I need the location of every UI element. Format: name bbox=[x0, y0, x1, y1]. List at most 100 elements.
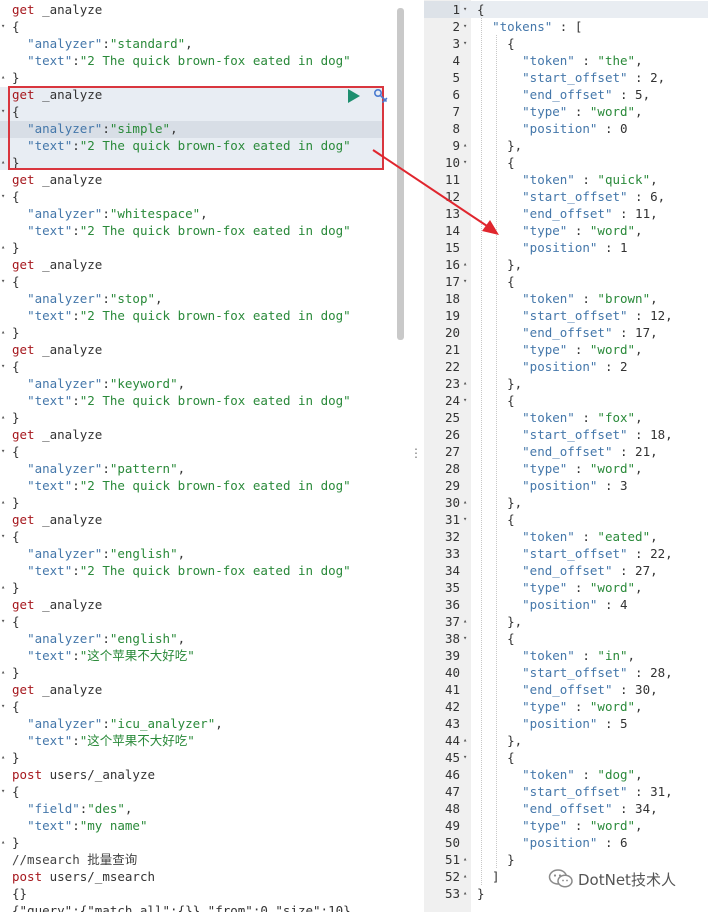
code-line[interactable]: {} bbox=[0, 885, 398, 902]
code-line[interactable]: post users/_analyze bbox=[0, 766, 398, 783]
code-line[interactable]: ▴} bbox=[0, 324, 398, 341]
fold-toggle-icon[interactable]: ▾ bbox=[463, 273, 467, 290]
code-line[interactable]: {"query":{"match_all":{}},"from":0,"size… bbox=[0, 902, 398, 912]
code-line[interactable]: ▾{ bbox=[0, 613, 398, 630]
fold-toggle-icon[interactable]: ▴ bbox=[1, 409, 5, 426]
fold-toggle-icon[interactable]: ▾ bbox=[463, 392, 467, 409]
code-line[interactable]: ▾{ bbox=[0, 188, 398, 205]
fold-toggle-icon[interactable]: ▾ bbox=[463, 35, 467, 52]
code-line[interactable]: get _analyze bbox=[0, 681, 398, 698]
editor-scrollbar[interactable] bbox=[397, 8, 404, 340]
play-icon[interactable] bbox=[347, 89, 361, 103]
fold-toggle-icon[interactable]: ▾ bbox=[463, 630, 467, 647]
fold-toggle-icon[interactable]: ▴ bbox=[463, 137, 467, 154]
fold-toggle-icon[interactable]: ▴ bbox=[1, 154, 5, 171]
code-line[interactable]: ▴} bbox=[0, 239, 398, 256]
code-line[interactable]: "analyzer":"standard", bbox=[0, 35, 398, 52]
fold-toggle-icon[interactable]: ▾ bbox=[463, 511, 467, 528]
fold-toggle-icon[interactable]: ▾ bbox=[463, 749, 467, 766]
fold-toggle-icon[interactable]: ▴ bbox=[1, 579, 5, 596]
line-number: 18 bbox=[444, 291, 460, 306]
code-line[interactable]: "field":"des", bbox=[0, 800, 398, 817]
code-line[interactable]: get _analyze bbox=[0, 511, 398, 528]
fold-toggle-icon[interactable]: ▾ bbox=[1, 528, 5, 545]
fold-toggle-icon[interactable]: ▾ bbox=[1, 698, 5, 715]
code-line[interactable]: ▾{ bbox=[0, 698, 398, 715]
code-line[interactable]: "analyzer":"english", bbox=[0, 545, 398, 562]
fold-toggle-icon[interactable]: ▾ bbox=[1, 18, 5, 35]
code-line[interactable]: get _analyze bbox=[0, 341, 398, 358]
code-line[interactable]: "analyzer":"keyword", bbox=[0, 375, 398, 392]
code-line[interactable]: ▴} bbox=[0, 409, 398, 426]
code-line[interactable]: "text":"2 The quick brown-fox eated in d… bbox=[0, 307, 398, 324]
code-line[interactable]: ▾{ bbox=[0, 443, 398, 460]
code-line[interactable]: "text":"这个苹果不大好吃" bbox=[0, 647, 398, 664]
code-line[interactable]: "text":"这个苹果不大好吃" bbox=[0, 732, 398, 749]
fold-toggle-icon[interactable]: ▴ bbox=[1, 834, 5, 851]
code-line[interactable]: ▴} bbox=[0, 749, 398, 766]
fold-toggle-icon[interactable]: ▴ bbox=[463, 613, 467, 630]
code-line[interactable]: ▾{ bbox=[0, 358, 398, 375]
code-line[interactable]: //msearch 批量查询 bbox=[0, 851, 398, 868]
response-token bbox=[477, 716, 522, 731]
fold-toggle-icon[interactable]: ▴ bbox=[463, 375, 467, 392]
fold-toggle-icon[interactable]: ▾ bbox=[1, 358, 5, 375]
code-line[interactable]: "text":"2 The quick brown-fox eated in d… bbox=[0, 562, 398, 579]
code-line[interactable]: "text":"my name" bbox=[0, 817, 398, 834]
fold-toggle-icon[interactable]: ▾ bbox=[1, 443, 5, 460]
fold-toggle-icon[interactable]: ▴ bbox=[463, 732, 467, 749]
fold-toggle-icon[interactable]: ▾ bbox=[1, 273, 5, 290]
code-line[interactable]: "analyzer":"icu_analyzer", bbox=[0, 715, 398, 732]
code-line[interactable]: "text":"2 The quick brown-fox eated in d… bbox=[0, 392, 398, 409]
code-line[interactable]: "text":"2 The quick brown-fox eated in d… bbox=[0, 477, 398, 494]
fold-toggle-icon[interactable]: ▴ bbox=[463, 494, 467, 511]
response-line: 43 "position" : 5 bbox=[424, 715, 708, 732]
code-line[interactable]: get _analyze bbox=[0, 1, 398, 18]
code-line[interactable]: ▴} bbox=[0, 579, 398, 596]
code-line[interactable]: "analyzer":"whitespace", bbox=[0, 205, 398, 222]
fold-toggle-icon[interactable]: ▴ bbox=[1, 749, 5, 766]
fold-toggle-icon[interactable]: ▴ bbox=[1, 239, 5, 256]
code-line[interactable]: ▾{ bbox=[0, 273, 398, 290]
code-line[interactable]: ▾{ bbox=[0, 783, 398, 800]
response-line: 51 ▴ } bbox=[424, 851, 708, 868]
fold-toggle-icon[interactable]: ▴ bbox=[1, 664, 5, 681]
code-line[interactable]: get _analyze bbox=[0, 426, 398, 443]
code-line[interactable]: ▴} bbox=[0, 834, 398, 851]
fold-toggle-icon[interactable]: ▾ bbox=[1, 103, 5, 120]
response-token: : bbox=[574, 172, 598, 187]
code-line[interactable]: "text":"2 The quick brown-fox eated in d… bbox=[0, 222, 398, 239]
code-line[interactable]: get _analyze bbox=[0, 256, 398, 273]
fold-toggle-icon[interactable]: ▴ bbox=[463, 868, 467, 885]
code-line[interactable]: ▴} bbox=[0, 494, 398, 511]
fold-toggle-icon[interactable]: ▴ bbox=[1, 494, 5, 511]
code-line[interactable]: ▴} bbox=[0, 664, 398, 681]
code-line[interactable]: ▴} bbox=[0, 69, 398, 86]
wrench-icon[interactable] bbox=[372, 88, 388, 104]
code-line[interactable]: "analyzer":"pattern", bbox=[0, 460, 398, 477]
fold-toggle-icon[interactable]: ▾ bbox=[1, 613, 5, 630]
code-line[interactable]: "analyzer":"stop", bbox=[0, 290, 398, 307]
request-editor[interactable]: get _analyze ▾{ "analyzer":"standard", "t… bbox=[0, 0, 398, 912]
code-line[interactable]: get _analyze bbox=[0, 171, 398, 188]
fold-toggle-icon[interactable]: ▴ bbox=[1, 69, 5, 86]
code-line[interactable]: "text":"2 The quick brown-fox eated in d… bbox=[0, 52, 398, 69]
response-text: "end_offset" : 34, bbox=[477, 800, 657, 817]
code-line[interactable]: get _analyze bbox=[0, 596, 398, 613]
code-line[interactable]: post users/_msearch bbox=[0, 868, 398, 885]
line-number: 40 bbox=[444, 665, 460, 680]
resize-handle-icon[interactable]: ⋮ bbox=[410, 447, 422, 470]
fold-toggle-icon[interactable]: ▴ bbox=[1, 324, 5, 341]
fold-toggle-icon[interactable]: ▴ bbox=[463, 851, 467, 868]
fold-toggle-icon[interactable]: ▾ bbox=[463, 18, 467, 35]
fold-toggle-icon[interactable]: ▾ bbox=[1, 783, 5, 800]
code-line[interactable]: ▾{ bbox=[0, 18, 398, 35]
fold-toggle-icon[interactable]: ▾ bbox=[1, 188, 5, 205]
code-line[interactable]: ▾{ bbox=[0, 528, 398, 545]
fold-toggle-icon[interactable]: ▴ bbox=[463, 885, 467, 902]
fold-toggle-icon[interactable]: ▾ bbox=[463, 154, 467, 171]
fold-toggle-icon[interactable]: ▾ bbox=[463, 1, 467, 18]
code-text: "field":"des", bbox=[12, 800, 132, 817]
code-line[interactable]: "analyzer":"english", bbox=[0, 630, 398, 647]
fold-toggle-icon[interactable]: ▴ bbox=[463, 256, 467, 273]
